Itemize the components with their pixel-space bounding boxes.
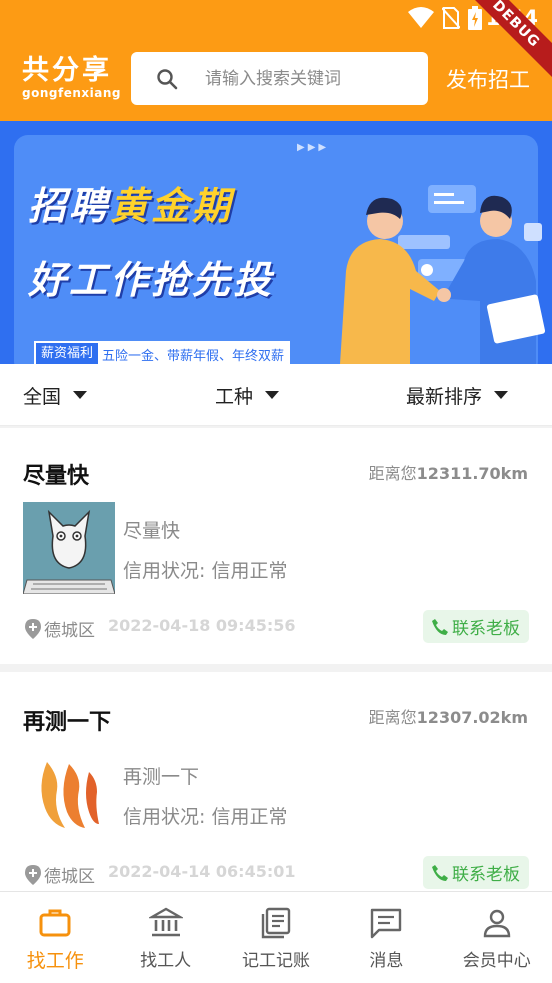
job-title: 尽量快 [23, 464, 90, 489]
job-post-time: 2022-04-14 06:45:01 [108, 862, 296, 881]
filter-sort-label: 最新排序 [406, 385, 483, 408]
contact-boss-label: 联系老板 [452, 619, 520, 639]
job-employer-name: 再测一下 [123, 766, 200, 788]
banner-title-line2: 好工作抢先投 [28, 258, 275, 302]
job-distance: 距离您12307.02km [369, 704, 528, 728]
search-input[interactable] [205, 68, 425, 89]
job-card[interactable]: 再测一下 距离您12307.02km 再测一下 信用状况: 信用正常 德城区 2… [0, 672, 552, 891]
no-sim-icon [442, 7, 460, 29]
bank-icon [148, 907, 183, 937]
banner-tagline: 薪资福利 五险一金、带薪年假、年终双薪 [34, 341, 291, 364]
distance-value: 12311.70km [416, 464, 528, 483]
phone-icon [432, 618, 448, 635]
flame-logo-icon [23, 750, 115, 842]
banner-title-prefix: 招聘 [28, 184, 111, 228]
tab-member-center[interactable]: 会员中心 [442, 892, 552, 983]
tab-find-worker[interactable]: 找工人 [110, 892, 220, 983]
location-pin-icon [25, 618, 41, 639]
search-icon [157, 68, 178, 89]
app-logo: 共分享 gongfenxiang [22, 55, 121, 101]
filter-region-label: 全国 [23, 385, 62, 408]
contact-boss-label: 联系老板 [452, 865, 520, 885]
job-card[interactable]: 尽量快 距离您12311.70km 尽量快 信用状况: 信用正常 德城区 202… [0, 428, 552, 664]
tab-ledger[interactable]: 记工记账 [221, 892, 331, 983]
briefcase-icon [39, 909, 71, 937]
message-icon [371, 908, 402, 939]
wifi-icon [408, 7, 434, 28]
tab-member-center-label: 会员中心 [462, 951, 531, 971]
job-title: 再测一下 [23, 710, 112, 735]
ledger-icon [261, 907, 291, 939]
distance-value: 12307.02km [416, 708, 528, 727]
job-employer-name: 尽量快 [123, 520, 181, 542]
logo-main-text: 共分享 [22, 55, 112, 86]
search-box[interactable] [131, 52, 428, 105]
filter-sort[interactable]: 最新排序 [406, 364, 509, 426]
banner-tag-chip: 薪资福利 [36, 343, 99, 364]
tab-find-worker-label: 找工人 [140, 951, 192, 971]
caret-down-icon [494, 391, 509, 399]
job-location: 德城区 [25, 862, 95, 887]
app-header: 1:44 DEBUG 共分享 gongfenxiang 发布招工 [0, 0, 552, 121]
distance-prefix: 距离您 [368, 708, 417, 727]
job-credit-status: 信用状况: 信用正常 [123, 560, 288, 582]
promo-banner[interactable]: ▶▶▶ 招聘黄金期 好工作抢先投 薪资福利 五险一金、带薪年假、年终双薪 [0, 121, 552, 364]
tab-messages[interactable]: 消息 [331, 892, 441, 983]
post-job-button[interactable]: 发布招工 [446, 64, 530, 94]
banner-tag-text: 五险一金、带薪年假、年终双薪 [102, 348, 285, 364]
filter-bar: 全国 工种 最新排序 [0, 364, 552, 426]
caret-down-icon [265, 391, 280, 399]
phone-icon [432, 864, 448, 881]
distance-prefix: 距离您 [368, 464, 417, 483]
bottom-nav: 找工作 找工人 记工记账 消息 会员中心 [0, 891, 552, 983]
job-distance: 距离您12311.70km [369, 460, 528, 484]
job-credit-status: 信用状况: 信用正常 [123, 806, 288, 828]
handshake-illustration [340, 185, 546, 364]
job-location-text: 德城区 [44, 867, 95, 887]
person-icon [483, 909, 510, 938]
logo-sub-text: gongfenxiang [22, 86, 121, 100]
location-pin-icon [25, 864, 41, 885]
banner-title-highlight: 黄金期 [110, 184, 234, 228]
status-icons [408, 6, 482, 30]
tab-messages-label: 消息 [369, 951, 404, 971]
tab-ledger-label: 记工记账 [241, 951, 310, 971]
caret-down-icon [73, 391, 88, 399]
filter-job-type-label: 工种 [215, 385, 254, 408]
filter-job-type[interactable]: 工种 [215, 364, 280, 426]
job-post-time: 2022-04-18 09:45:56 [108, 616, 296, 635]
tab-find-job[interactable]: 找工作 [0, 892, 110, 983]
contact-boss-button[interactable]: 联系老板 [423, 856, 529, 889]
cat-keyboard-avatar-icon [23, 502, 115, 594]
job-location-text: 德城区 [44, 621, 95, 641]
tab-find-job-label: 找工作 [26, 950, 84, 972]
contact-boss-button[interactable]: 联系老板 [423, 610, 529, 643]
banner-arrows-decoration: ▶▶▶ [297, 142, 330, 153]
job-location: 德城区 [25, 616, 95, 641]
banner-title-line1: 招聘黄金期 [28, 175, 233, 230]
battery-icon [468, 6, 482, 30]
filter-region[interactable]: 全国 [23, 364, 88, 426]
